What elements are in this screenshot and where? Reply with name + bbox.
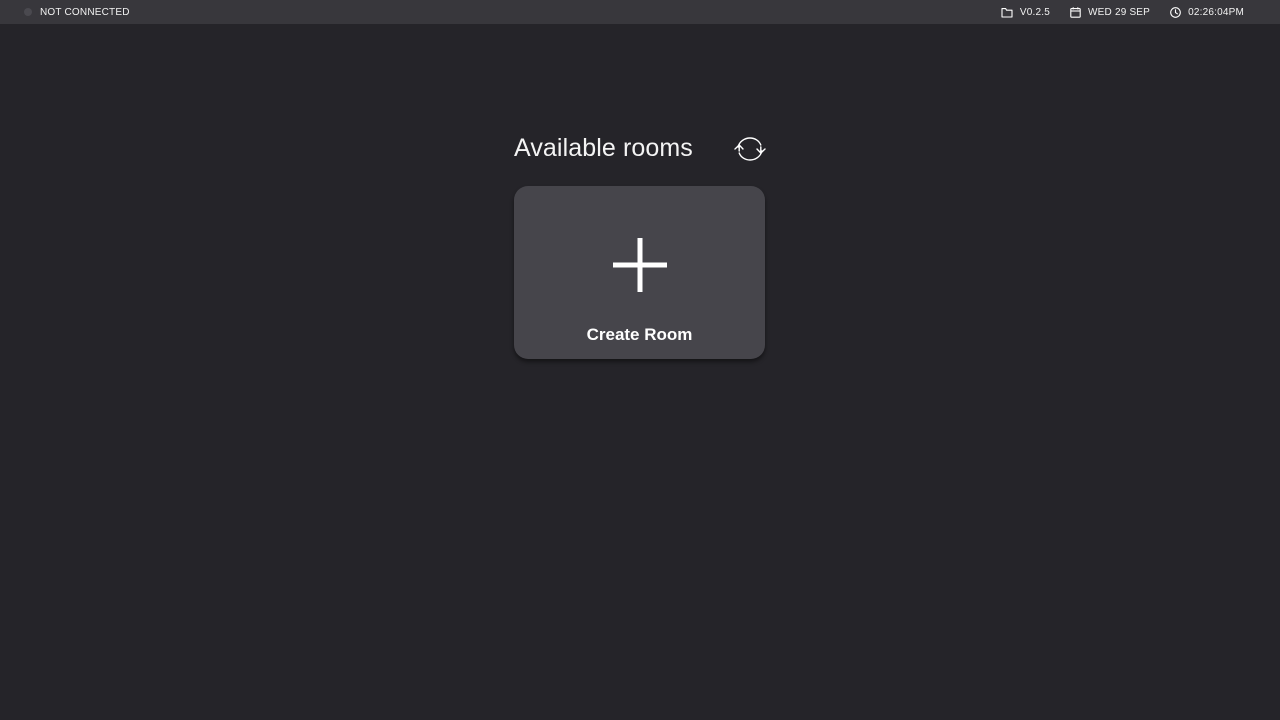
- plus-icon: [613, 238, 667, 292]
- version-text: V0.2.5: [1019, 6, 1051, 18]
- status-info: V0.2.5 WED 29 SEP 02:26:04PM: [1001, 7, 1244, 18]
- refresh-button[interactable]: [732, 131, 768, 167]
- date-info: WED 29 SEP: [1070, 7, 1150, 18]
- time-text: 02:26:04PM: [1188, 6, 1244, 18]
- create-room-button[interactable]: Create Room: [514, 186, 765, 359]
- status-bar: NOT CONNECTED V0.2.5 WED 29 SEP 02:26:04…: [0, 0, 1280, 24]
- clock-icon: [1170, 6, 1181, 18]
- version-info: V0.2.5: [1001, 7, 1050, 18]
- connection-status: NOT CONNECTED: [24, 7, 130, 18]
- create-room-label: Create Room: [586, 325, 693, 344]
- time-info: 02:26:04PM: [1170, 7, 1244, 18]
- refresh-icon: [734, 137, 766, 161]
- page-title: Available rooms: [514, 133, 693, 162]
- connection-status-text: NOT CONNECTED: [40, 6, 130, 18]
- date-text: WED 29 SEP: [1088, 6, 1151, 18]
- status-dot-icon: [24, 8, 32, 16]
- calendar-icon: [1070, 6, 1081, 18]
- rooms-header: Available rooms: [514, 128, 770, 168]
- folder-icon: [1001, 7, 1013, 18]
